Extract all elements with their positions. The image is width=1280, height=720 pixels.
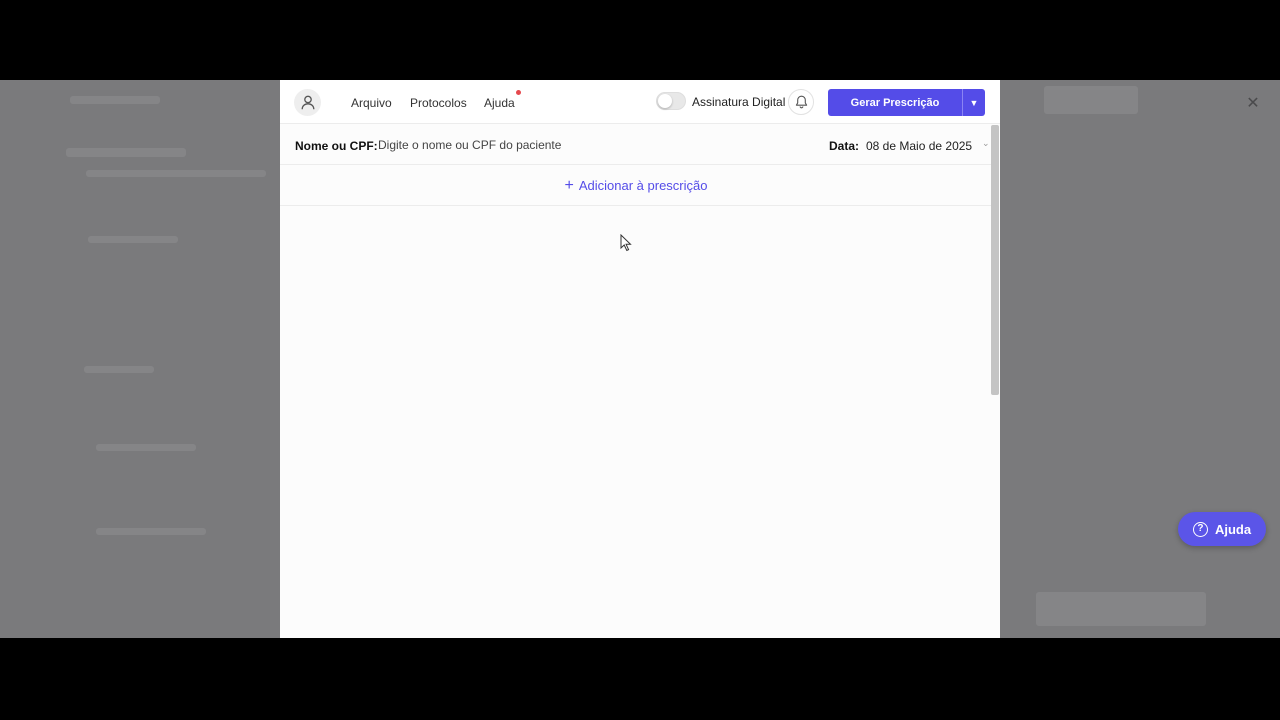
generate-prescription-label: Gerar Prescrição [850, 96, 940, 109]
add-to-prescription-label: Adicionar à prescrição [578, 178, 708, 193]
bell-icon [795, 95, 807, 109]
digital-signature-label: Assinatura Digital [692, 95, 786, 109]
background-placeholder [88, 236, 178, 243]
prescription-modal: Arquivo Protocolos Ajuda Assinatura Digi… [280, 80, 1000, 638]
menu-protocolos[interactable]: Protocolos [410, 96, 467, 110]
mouse-cursor-icon [620, 234, 632, 252]
date-picker[interactable]: 08 de Maio de 2025 [866, 139, 972, 153]
notification-dot [516, 90, 521, 95]
background-placeholder [70, 96, 160, 104]
background-placeholder [96, 444, 196, 451]
modal-toolbar: Arquivo Protocolos Ajuda Assinatura Digi… [280, 80, 1000, 124]
question-icon: ? [1192, 521, 1208, 537]
caret-down-icon[interactable]: ▼ [962, 89, 985, 116]
add-to-prescription-button[interactable]: + Adicionar à prescrição [564, 176, 708, 194]
help-floating-button[interactable]: ? Ajuda [1178, 512, 1266, 546]
video-letterbox-bottom [0, 638, 1280, 720]
scrollbar-thumb[interactable] [991, 125, 999, 395]
close-icon[interactable]: ✕ [1244, 95, 1262, 113]
prescription-content-area [280, 207, 992, 638]
notifications-button[interactable] [788, 89, 814, 115]
date-label: Data: [829, 139, 860, 153]
patient-search-input[interactable] [378, 134, 708, 156]
background-placeholder [1036, 592, 1206, 626]
patient-search-row: Nome ou CPF: Data: 08 de Maio de 2025 ⌄ [280, 125, 992, 165]
user-icon [301, 95, 314, 110]
add-to-prescription-row: + Adicionar à prescrição [280, 166, 992, 206]
patient-field-label: Nome ou CPF: [295, 139, 378, 153]
generate-prescription-button[interactable]: Gerar Prescrição ▼ [828, 89, 985, 116]
background-placeholder [96, 528, 206, 535]
toggle-knob [658, 94, 672, 108]
user-avatar-button[interactable] [294, 89, 321, 116]
menu-ajuda[interactable]: Ajuda [484, 96, 515, 110]
plus-icon: + [564, 176, 574, 194]
menu-arquivo[interactable]: Arquivo [351, 96, 392, 110]
background-placeholder [1044, 86, 1138, 114]
background-placeholder [66, 148, 186, 157]
digital-signature-toggle[interactable] [656, 92, 686, 110]
help-button-label: Ajuda [1214, 521, 1252, 537]
background-placeholder [86, 170, 266, 177]
video-letterbox-top [0, 0, 1280, 80]
background-placeholder [84, 366, 154, 373]
chevron-down-icon[interactable]: ⌄ [982, 138, 990, 149]
